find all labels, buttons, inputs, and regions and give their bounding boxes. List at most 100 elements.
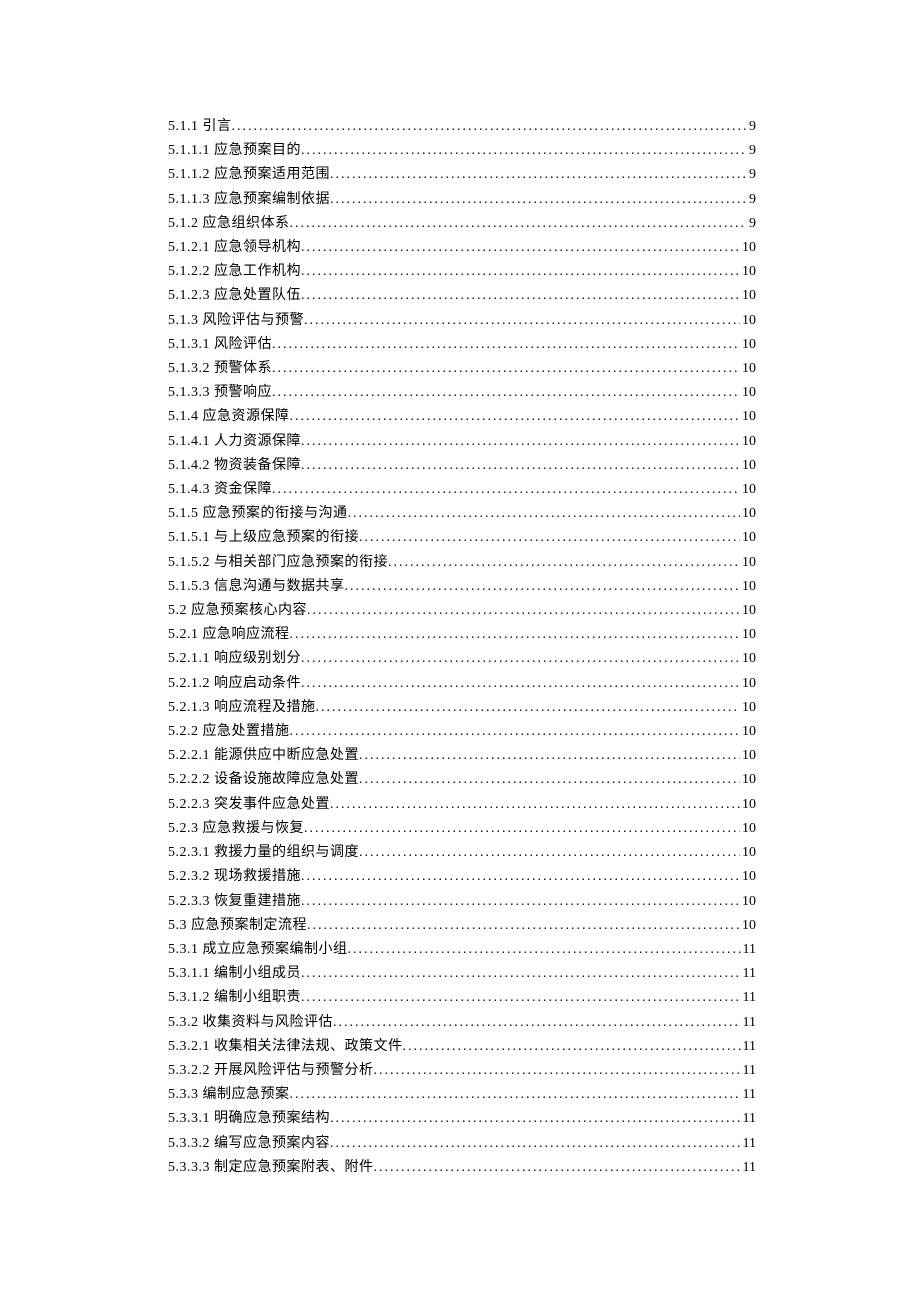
- toc-entry-page: 10: [740, 430, 756, 454]
- toc-entry-label: 5.1.4.2 物资装备保障: [168, 454, 301, 478]
- toc-entry-page: 10: [740, 478, 756, 502]
- toc-entry-label: 5.1.1.3 应急预案编制依据: [168, 188, 330, 212]
- toc-entry-page: 10: [740, 405, 756, 429]
- toc-entry: 5.2.1.2 响应启动条件..........................…: [168, 672, 756, 696]
- toc-entry-label: 5.3.3 编制应急预案: [168, 1083, 290, 1107]
- toc-leader-dots: ........................................…: [304, 309, 740, 333]
- toc-entry: 5.2.2.2 设备设施故障应急处置......................…: [168, 768, 756, 792]
- toc-entry: 5.3.3.2 编写应急预案内容........................…: [168, 1132, 756, 1156]
- toc-entry: 5.1.5.1 与上级应急预案的衔接......................…: [168, 526, 756, 550]
- toc-entry-page: 10: [740, 526, 756, 550]
- toc-entry-label: 5.2.1.2 响应启动条件: [168, 672, 301, 696]
- toc-entry-label: 5.2.3 应急救援与恢复: [168, 817, 304, 841]
- toc-leader-dots: ........................................…: [301, 236, 740, 260]
- toc-leader-dots: ........................................…: [301, 260, 740, 284]
- toc-entry-page: 10: [740, 865, 756, 889]
- toc-leader-dots: ........................................…: [359, 841, 740, 865]
- toc-entry-label: 5.3.1.1 编制小组成员: [168, 962, 301, 986]
- toc-entry-page: 10: [740, 793, 756, 817]
- toc-leader-dots: ........................................…: [359, 744, 740, 768]
- toc-entry: 5.2.1.1 响应级别划分..........................…: [168, 647, 756, 671]
- toc-entry-label: 5.2.3.1 救援力量的组织与调度: [168, 841, 359, 865]
- toc-leader-dots: ........................................…: [301, 454, 740, 478]
- toc-leader-dots: ........................................…: [304, 817, 740, 841]
- toc-entry-label: 5.2.1 应急响应流程: [168, 623, 290, 647]
- toc-entry-page: 11: [741, 962, 756, 986]
- toc-entry: 5.1.4.2 物资装备保障..........................…: [168, 454, 756, 478]
- toc-entry-page: 10: [740, 623, 756, 647]
- toc-entry: 5.2.3.2 现场救援措施..........................…: [168, 865, 756, 889]
- toc-entry-label: 5.1.2 应急组织体系: [168, 212, 290, 236]
- toc-entry: 5.3.1 成立应急预案编制小组........................…: [168, 938, 756, 962]
- toc-entry: 5.2.1 应急响应流程............................…: [168, 623, 756, 647]
- toc-entry: 5.3.3.3 制定应急预案附表、附件.....................…: [168, 1156, 756, 1180]
- toc-entry-page: 11: [741, 938, 756, 962]
- toc-entry-page: 10: [740, 696, 756, 720]
- toc-leader-dots: ........................................…: [272, 478, 740, 502]
- toc-entry-label: 5.1.3.3 预警响应: [168, 381, 272, 405]
- toc-entry-page: 10: [740, 502, 756, 526]
- toc-entry-page: 10: [740, 236, 756, 260]
- toc-leader-dots: ........................................…: [290, 720, 741, 744]
- toc-entry: 5.1.4.1 人力资源保障..........................…: [168, 430, 756, 454]
- toc-entry-page: 9: [747, 188, 756, 212]
- toc-leader-dots: ........................................…: [301, 986, 741, 1010]
- toc-entry-label: 5.2 应急预案核心内容: [168, 599, 307, 623]
- toc-entry: 5.1.3.2 预警体系............................…: [168, 357, 756, 381]
- toc-leader-dots: ........................................…: [290, 212, 748, 236]
- toc-entry-page: 10: [740, 768, 756, 792]
- toc-leader-dots: ........................................…: [359, 768, 740, 792]
- toc-entry-label: 5.1.4.3 资金保障: [168, 478, 272, 502]
- toc-entry: 5.1.1.3 应急预案编制依据........................…: [168, 188, 756, 212]
- toc-entry: 5.1.1.2 应急预案适用范围........................…: [168, 163, 756, 187]
- toc-entry: 5.3.2.1 收集相关法律法规、政策文件...................…: [168, 1035, 756, 1059]
- toc-entry: 5.2.2 应急处置措施............................…: [168, 720, 756, 744]
- toc-entry-page: 10: [740, 744, 756, 768]
- toc-entry: 5.2.3 应急救援与恢复...........................…: [168, 817, 756, 841]
- toc-entry: 5.2 应急预案核心内容............................…: [168, 599, 756, 623]
- toc-entry-label: 5.2.2.3 突发事件应急处置: [168, 793, 330, 817]
- toc-leader-dots: ........................................…: [359, 526, 740, 550]
- toc-page: 5.1.1 引言................................…: [0, 0, 920, 1240]
- toc-leader-dots: ........................................…: [272, 333, 740, 357]
- toc-entry-label: 5.3.3.1 明确应急预案结构: [168, 1107, 330, 1131]
- toc-leader-dots: ........................................…: [301, 865, 740, 889]
- toc-entry: 5.2.1.3 响应流程及措施.........................…: [168, 696, 756, 720]
- toc-leader-dots: ........................................…: [307, 914, 740, 938]
- toc-entry-label: 5.1.5.1 与上级应急预案的衔接: [168, 526, 359, 550]
- toc-entry: 5.3.1.2 编制小组职责..........................…: [168, 986, 756, 1010]
- toc-entry-page: 10: [740, 914, 756, 938]
- toc-entry-page: 10: [740, 284, 756, 308]
- toc-entry-label: 5.3.1.2 编制小组职责: [168, 986, 301, 1010]
- toc-entry: 5.1.3.3 预警响应............................…: [168, 381, 756, 405]
- toc-entry-page: 9: [747, 163, 756, 187]
- toc-leader-dots: ........................................…: [232, 115, 748, 139]
- toc-entry-label: 5.3.2.2 开展风险评估与预警分析: [168, 1059, 374, 1083]
- toc-entry: 5.1.2 应急组织体系............................…: [168, 212, 756, 236]
- toc-leader-dots: ........................................…: [272, 357, 740, 381]
- toc-entry-page: 11: [741, 1156, 756, 1180]
- toc-entry-label: 5.1.3 风险评估与预警: [168, 309, 304, 333]
- toc-entry: 5.2.3.1 救援力量的组织与调度......................…: [168, 841, 756, 865]
- toc-entry: 5.3.2.2 开展风险评估与预警分析.....................…: [168, 1059, 756, 1083]
- toc-leader-dots: ........................................…: [330, 188, 747, 212]
- toc-leader-dots: ........................................…: [290, 1083, 741, 1107]
- toc-leader-dots: ........................................…: [403, 1035, 741, 1059]
- toc-leader-dots: ........................................…: [272, 381, 740, 405]
- toc-entry-label: 5.1.4 应急资源保障: [168, 405, 290, 429]
- toc-entry-page: 10: [740, 720, 756, 744]
- toc-entry: 5.1.5.3 信息沟通与数据共享.......................…: [168, 575, 756, 599]
- toc-entry: 5.1.1.1 应急预案目的..........................…: [168, 139, 756, 163]
- toc-entry-page: 10: [740, 890, 756, 914]
- toc-entry-page: 11: [741, 1011, 756, 1035]
- toc-entry-label: 5.2.2.2 设备设施故障应急处置: [168, 768, 359, 792]
- toc-leader-dots: ........................................…: [348, 938, 741, 962]
- toc-entry: 5.1.4.3 资金保障............................…: [168, 478, 756, 502]
- toc-entry-page: 9: [747, 212, 756, 236]
- toc-entry-label: 5.1.2.1 应急领导机构: [168, 236, 301, 260]
- toc-entry-label: 5.2.1.3 响应流程及措施: [168, 696, 316, 720]
- toc-entry-label: 5.1.4.1 人力资源保障: [168, 430, 301, 454]
- toc-entry-label: 5.2.2.1 能源供应中断应急处置: [168, 744, 359, 768]
- toc-leader-dots: ........................................…: [330, 793, 740, 817]
- toc-entry: 5.3.3.1 明确应急预案结构........................…: [168, 1107, 756, 1131]
